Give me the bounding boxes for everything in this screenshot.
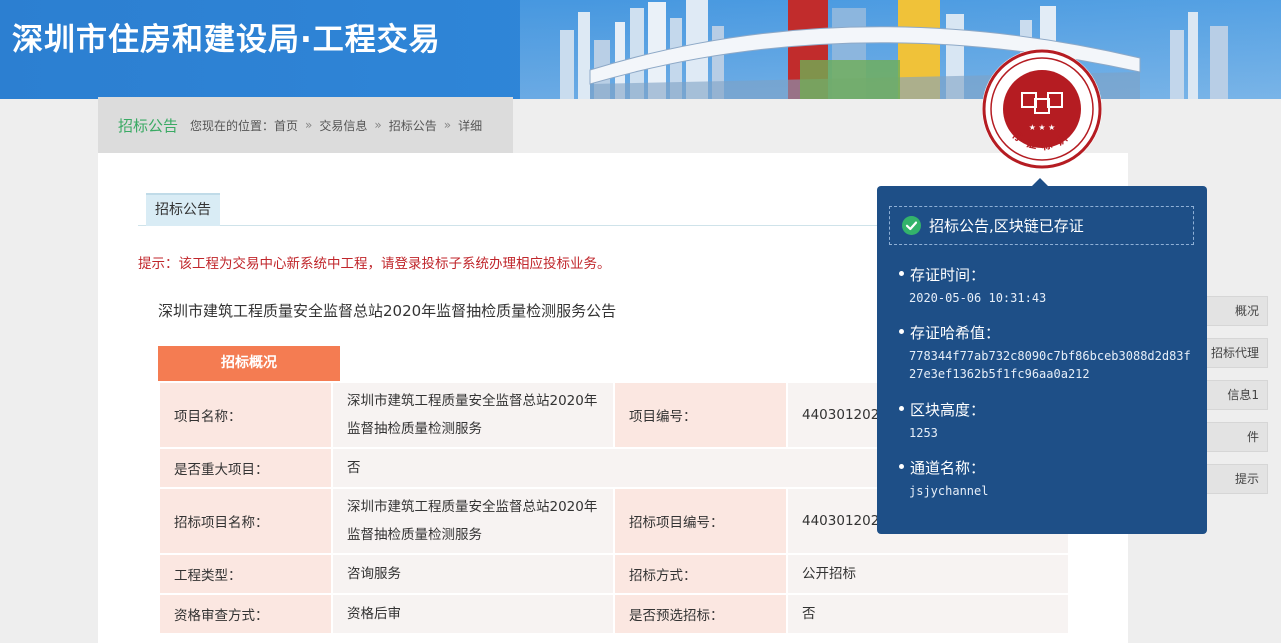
blockchain-certificate-tooltip: 招标公告,区块链已存证 存证时间： 2020-05-06 10:31:43 存证… (877, 178, 1207, 534)
table-label: 是否预选招标： (613, 593, 788, 635)
tooltip-header-text: 招标公告,区块链已存证 (929, 217, 1084, 235)
breadcrumb-separator: » (374, 118, 382, 132)
tooltip-header: 招标公告,区块链已存证 (889, 206, 1194, 245)
breadcrumb-link-tender-notice[interactable]: 招标公告 (389, 117, 437, 134)
table-value: 深圳市建筑工程质量安全监督总站2020年监督抽检质量检测服务 (331, 487, 615, 555)
breadcrumb: 招标公告 您现在的位置： 首页 » 交易信息 » 招标公告 » 详细 (98, 97, 513, 153)
tooltip-value: 778344f77ab732c8090c7bf86bceb3088d2d83f2… (909, 349, 1191, 381)
breadcrumb-link-home[interactable]: 首页 (274, 117, 298, 134)
notice-text: 提示：该工程为交易中心新系统中工程，请登录投标子系统办理相应投标业务。 (138, 256, 611, 272)
breadcrumb-separator: » (305, 118, 313, 132)
check-circle-icon (902, 216, 921, 235)
tooltip-arrow (1032, 178, 1048, 186)
table-value: 否 (786, 593, 1070, 635)
bullet-icon (899, 464, 904, 469)
tooltip-value: jsjychannel (909, 484, 989, 498)
bullet-icon (899, 329, 904, 334)
table-row: 工程类型： 咨询服务 招标方式： 公开招标 (158, 553, 1070, 595)
table-label: 招标方式： (613, 553, 788, 595)
table-row: 资格审查方式： 资格后审 是否预选招标： 否 (158, 593, 1070, 635)
svg-text:★ ★ ★: ★ ★ ★ (1029, 123, 1056, 132)
breadcrumb-prefix: 您现在的位置： (190, 118, 275, 133)
breadcrumb-current: 详细 (458, 118, 483, 133)
table-label: 招标项目编号： (613, 487, 788, 555)
table-label: 资格审查方式： (158, 593, 333, 635)
city-skyline-image (520, 0, 1281, 99)
table-label: 项目名称： (158, 381, 333, 449)
breadcrumb-separator: » (443, 118, 452, 132)
bullet-icon (899, 271, 904, 276)
tooltip-label: 通道名称： (910, 459, 986, 477)
tooltip-label: 存证时间： (910, 266, 986, 284)
tooltip-field-channel: 通道名称： jsjychannel (899, 457, 1194, 500)
tooltip-field-block-height: 区块高度： 1253 (899, 399, 1194, 442)
tooltip-label: 存证哈希值： (910, 324, 1001, 342)
table-value: 深圳市建筑工程质量安全监督总站2020年监督抽检质量检测服务 (331, 381, 615, 449)
table-label: 项目编号： (613, 381, 788, 449)
certificate-seal-icon[interactable]: ★ ★ ★ 存证标识 (980, 47, 1104, 171)
tab-tender-notice[interactable]: 招标公告 (146, 193, 220, 226)
bullet-icon (899, 406, 904, 411)
tooltip-label: 区块高度： (910, 401, 986, 419)
tooltip-value: 1253 (909, 426, 938, 440)
table-label: 是否重大项目： (158, 447, 333, 489)
breadcrumb-section-title: 招标公告 (118, 116, 179, 135)
table-value: 公开招标 (786, 553, 1070, 595)
breadcrumb-link-trade-info[interactable]: 交易信息 (319, 117, 367, 134)
tooltip-field-time: 存证时间： 2020-05-06 10:31:43 (899, 264, 1194, 307)
table-value: 咨询服务 (331, 553, 615, 595)
document-title: 深圳市建筑工程质量安全监督总站2020年监督抽检质量检测服务公告 (158, 302, 617, 320)
table-label: 工程类型： (158, 553, 333, 595)
section-header-tender-overview: 招标概况 (158, 346, 340, 381)
site-title: 深圳市住房和建设局·工程交易 (12, 22, 441, 58)
tooltip-value: 2020-05-06 10:31:43 (909, 291, 1047, 305)
table-value: 资格后审 (331, 593, 615, 635)
tooltip-field-hash: 存证哈希值： 778344f77ab732c8090c7bf86bceb3088… (899, 322, 1194, 383)
table-label: 招标项目名称： (158, 487, 333, 555)
